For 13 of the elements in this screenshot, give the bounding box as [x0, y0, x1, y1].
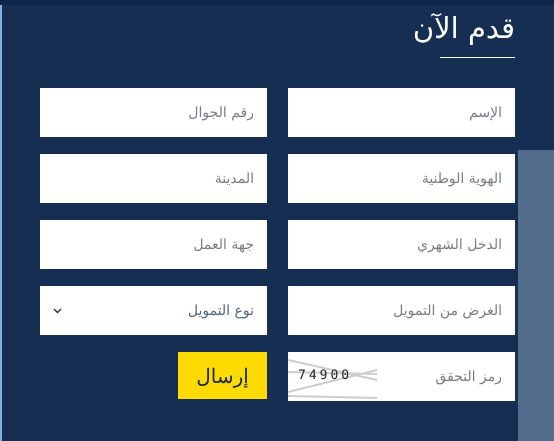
captcha-input-field[interactable]: رمز التحقق — [377, 352, 515, 401]
form-title: قدم الآن — [412, 10, 515, 47]
input-field[interactable]: الإسم — [288, 88, 515, 137]
input-field[interactable]: الهوية الوطنية — [288, 154, 515, 203]
input-field[interactable]: المدينة — [40, 154, 267, 203]
input-field[interactable]: جهة العمل — [40, 220, 267, 269]
select-field[interactable]: نوع التمويل — [40, 286, 267, 335]
input-field[interactable]: الغرض من التمويل — [288, 286, 515, 335]
input-field[interactable]: رقم الجوال — [40, 88, 267, 137]
submit-button[interactable]: إرسال — [178, 352, 267, 399]
input-field[interactable]: الدخل الشهري — [288, 220, 515, 269]
captcha-image: 74900 — [288, 352, 377, 401]
chevron-down-icon — [53, 308, 62, 314]
